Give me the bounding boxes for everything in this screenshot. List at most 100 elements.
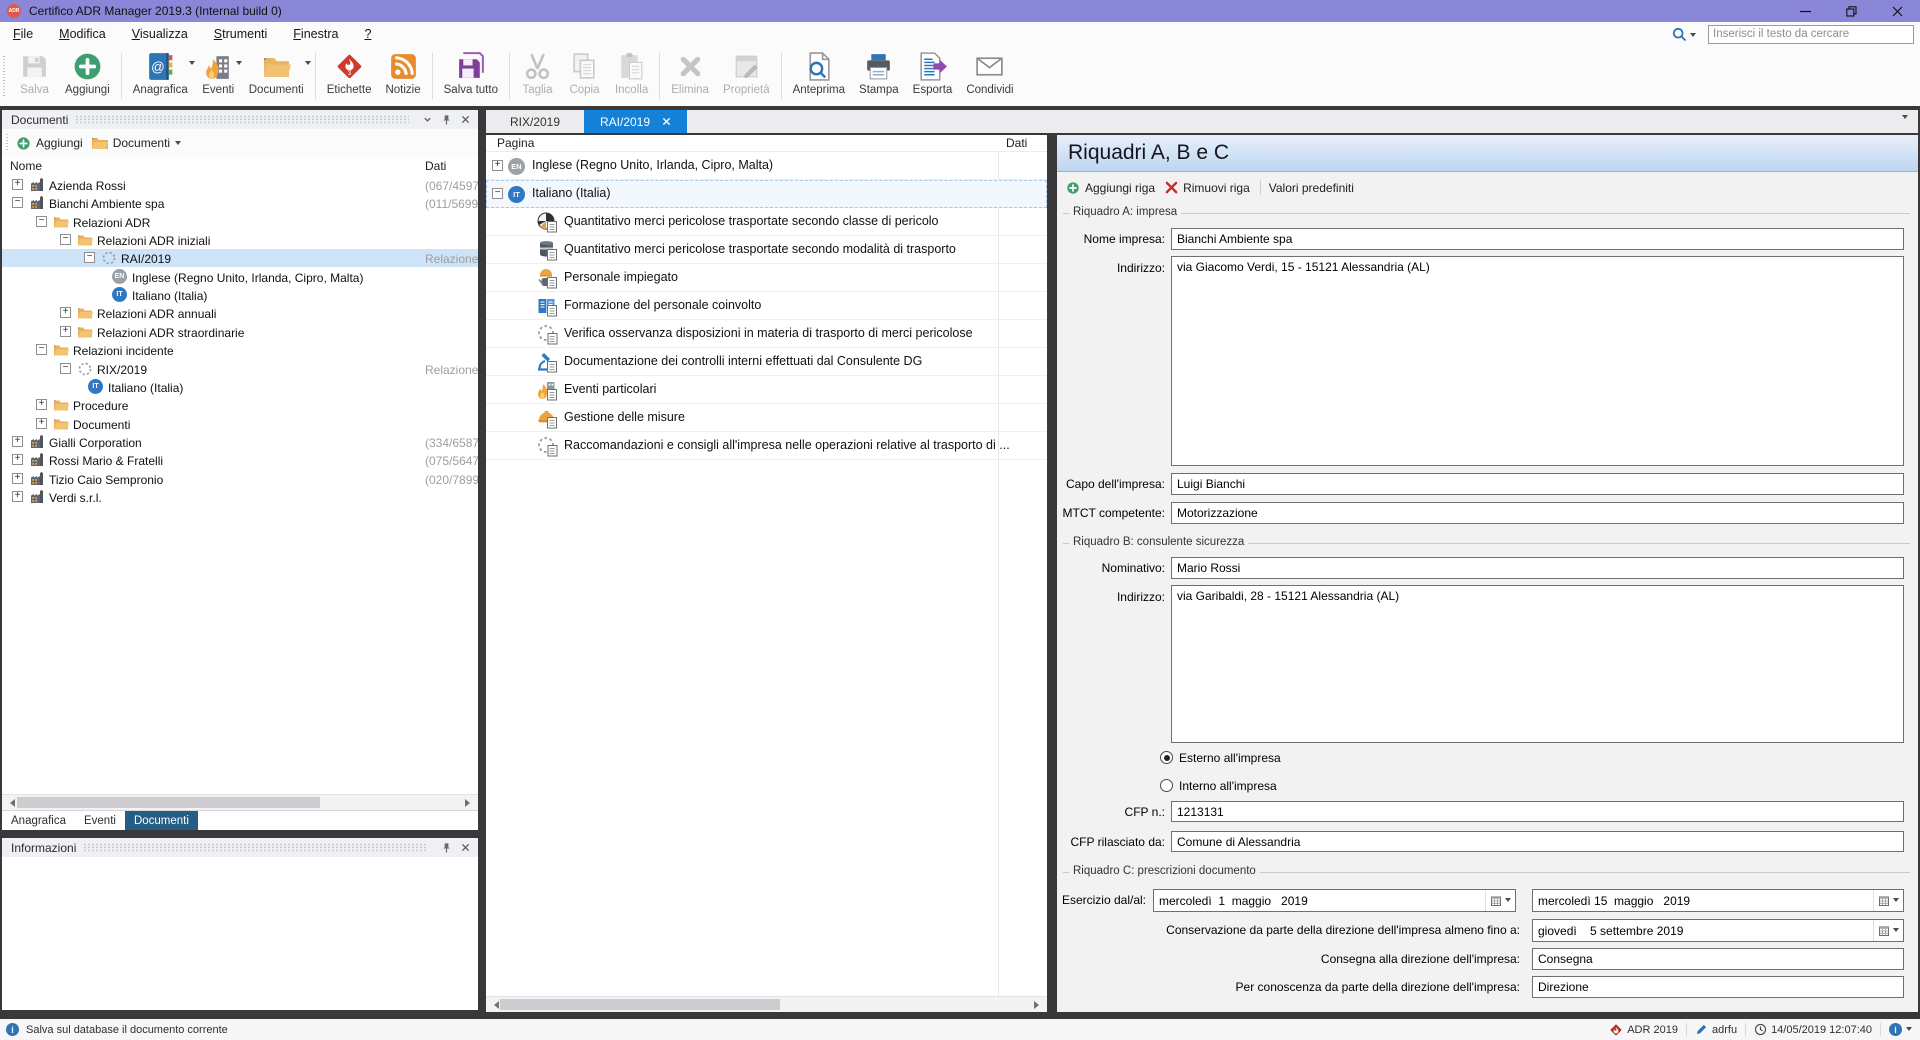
collapse-icon[interactable]: −: [492, 188, 503, 199]
toolbar-button-rss[interactable]: Notizie: [378, 46, 427, 106]
esercizio-dal-datepicker[interactable]: mercoledì 1 maggio 2019: [1153, 889, 1516, 912]
tree-row[interactable]: +Relazioni ADR straordinarie: [2, 323, 478, 341]
conoscenza-input[interactable]: [1532, 976, 1904, 998]
expand-icon[interactable]: +: [60, 307, 71, 318]
collapse-icon[interactable]: −: [84, 252, 95, 263]
toolbar-grip[interactable]: [3, 56, 5, 96]
toolbar-button-save-all[interactable]: Salva tutto: [437, 46, 505, 106]
tab-anagrafica[interactable]: Anagrafica: [2, 811, 75, 830]
esercizio-al-datepicker[interactable]: mercoledì 15 maggio 2019: [1532, 889, 1904, 912]
page-row[interactable]: Formazione del personale coinvolto: [486, 292, 1047, 320]
page-row[interactable]: Raccomandazioni e consigli all'impresa n…: [486, 432, 1047, 460]
cfp-da-input[interactable]: [1171, 831, 1904, 852]
toolbar-button-adr-label[interactable]: 3Etichette: [320, 46, 379, 106]
expand-icon[interactable]: +: [12, 179, 23, 190]
calendar-icon[interactable]: [1485, 890, 1515, 911]
expand-icon[interactable]: +: [12, 491, 23, 502]
collapse-icon[interactable]: −: [12, 197, 23, 208]
document-tab-rix2019[interactable]: RIX/2019: [494, 110, 576, 133]
menu-[interactable]: ?: [351, 22, 384, 46]
status-datetime[interactable]: 14/05/2019 12:07:40: [1746, 1019, 1880, 1040]
remove-row-button[interactable]: Rimuovi riga: [1165, 181, 1250, 195]
chevron-down-icon[interactable]: [419, 112, 435, 127]
page-row[interactable]: Verifica osservanza disposizioni in mate…: [486, 320, 1047, 348]
tree-row[interactable]: +Gialli Corporation(334/6587): [2, 433, 478, 451]
toolbar-button-events-flame[interactable]: Eventi: [195, 46, 242, 106]
menu-file[interactable]: File: [0, 22, 46, 46]
close-button[interactable]: [1874, 0, 1920, 22]
status-info-menu[interactable]: i: [1881, 1019, 1920, 1040]
tab-eventi[interactable]: Eventi: [75, 811, 125, 830]
collapse-icon[interactable]: −: [60, 234, 71, 245]
expand-icon[interactable]: +: [36, 399, 47, 410]
tree-row[interactable]: +Procedure: [2, 396, 478, 414]
indirizzo-b-textarea[interactable]: via Garibaldi, 28 - 15121 Alessandria (A…: [1171, 585, 1904, 743]
tree-row[interactable]: ENInglese (Regno Unito, Irlanda, Cipro, …: [2, 268, 478, 286]
tree-row[interactable]: +Tizio Caio Sempronio(020/7899): [2, 470, 478, 488]
page-row[interactable]: −ITItaliano (Italia): [486, 180, 1047, 208]
tree-row[interactable]: +Relazioni ADR annuali: [2, 304, 478, 322]
add-document-button[interactable]: Aggiungi: [16, 136, 83, 151]
toolbar-button-address-book[interactable]: @Anagrafica: [126, 46, 195, 106]
nominativo-input[interactable]: [1171, 557, 1904, 579]
tree-row[interactable]: +Documenti: [2, 415, 478, 433]
expand-icon[interactable]: +: [12, 436, 23, 447]
tree-row[interactable]: ITItaliano (Italia): [2, 378, 478, 396]
panel-toolbar-grip[interactable]: [6, 134, 8, 152]
column-header-pagina[interactable]: Pagina: [497, 136, 534, 150]
tree-row[interactable]: −Bianchi Ambiente spa(011/5699): [2, 194, 478, 212]
pin-icon[interactable]: [438, 112, 454, 127]
conservazione-datepicker[interactable]: giovedì 5 settembre 2019: [1532, 919, 1904, 942]
add-row-button[interactable]: Aggiungi riga: [1066, 181, 1155, 195]
nome-impresa-input[interactable]: [1171, 228, 1904, 250]
expand-icon[interactable]: +: [12, 473, 23, 484]
tab-documenti[interactable]: Documenti: [125, 811, 198, 830]
close-tab-icon[interactable]: [662, 117, 671, 126]
tree-row[interactable]: +Verdi s.r.l.: [2, 488, 478, 506]
documents-filter-arrow[interactable]: [175, 141, 181, 148]
tree-row[interactable]: −Relazioni ADR iniziali: [2, 231, 478, 249]
close-icon[interactable]: [457, 112, 473, 127]
page-row[interactable]: Personale impiegato: [486, 264, 1047, 292]
menu-strumenti[interactable]: Strumenti: [201, 22, 281, 46]
documents-filter-button[interactable]: Documenti: [92, 136, 181, 150]
radio-interno[interactable]: [1160, 779, 1173, 792]
search-input[interactable]: [1708, 25, 1914, 44]
toolbar-button-preview[interactable]: Anteprima: [786, 46, 852, 106]
search-icon[interactable]: [1672, 27, 1696, 42]
tree-row[interactable]: −Relazioni ADR: [2, 213, 478, 231]
expand-icon[interactable]: +: [60, 326, 71, 337]
menu-finestra[interactable]: Finestra: [280, 22, 351, 46]
default-values-button[interactable]: Valori predefiniti: [1269, 181, 1354, 195]
collapse-icon[interactable]: −: [60, 363, 71, 374]
radio-esterno[interactable]: [1160, 751, 1173, 764]
expand-icon[interactable]: +: [492, 160, 503, 171]
toolbar-button-add-circle[interactable]: Aggiungi: [58, 46, 117, 106]
page-row[interactable]: Gestione delle misure: [486, 404, 1047, 432]
column-header-nome[interactable]: Nome: [10, 159, 42, 173]
mtct-input[interactable]: [1171, 502, 1904, 524]
search-options-arrow[interactable]: [1690, 33, 1696, 40]
collapse-icon[interactable]: −: [36, 344, 47, 355]
tree-row[interactable]: −RIX/2019Relazione: [2, 360, 478, 378]
dropdown-arrow-icon[interactable]: [305, 65, 311, 83]
menu-visualizza[interactable]: Visualizza: [119, 22, 201, 46]
indirizzo-a-textarea[interactable]: via Giacomo Verdi, 15 - 15121 Alessandri…: [1171, 256, 1904, 466]
expand-icon[interactable]: +: [36, 418, 47, 429]
consegna-input[interactable]: [1532, 948, 1904, 970]
menu-modifica[interactable]: Modifica: [46, 22, 119, 46]
tree-row[interactable]: +Azienda Rossi(067/4597): [2, 176, 478, 194]
page-row[interactable]: Quantitativo merci pericolose trasportat…: [486, 208, 1047, 236]
minimize-button[interactable]: [1782, 0, 1828, 22]
capo-impresa-input[interactable]: [1171, 473, 1904, 495]
documents-hscrollbar[interactable]: [2, 794, 478, 810]
page-row[interactable]: +ENInglese (Regno Unito, Irlanda, Cipro,…: [486, 152, 1047, 180]
tree-row[interactable]: ITItaliano (Italia): [2, 286, 478, 304]
tree-row[interactable]: −Relazioni incidente: [2, 341, 478, 359]
page-row[interactable]: Eventi particolari: [486, 376, 1047, 404]
calendar-icon[interactable]: [1873, 890, 1903, 911]
close-icon[interactable]: [457, 840, 473, 855]
tree-row[interactable]: −RAI/2019Relazione: [2, 249, 478, 267]
expand-icon[interactable]: +: [12, 454, 23, 465]
tree-row[interactable]: +Rossi Mario & Fratelli(075/5647): [2, 451, 478, 469]
